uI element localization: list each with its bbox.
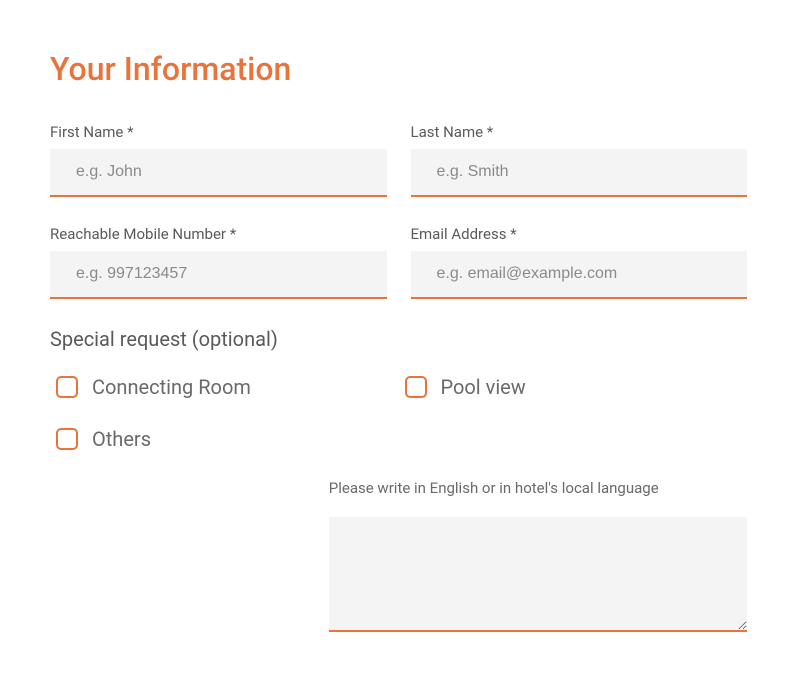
others-option: Others xyxy=(50,427,399,451)
name-row: First Name * Last Name * xyxy=(50,123,747,197)
last-name-input[interactable] xyxy=(411,149,748,197)
page-title: Your Information xyxy=(50,50,747,88)
mobile-input[interactable] xyxy=(50,251,387,299)
mobile-label: Reachable Mobile Number * xyxy=(50,225,387,243)
contact-row: Reachable Mobile Number * Email Address … xyxy=(50,225,747,299)
note-row: Please write in English or in hotel's lo… xyxy=(50,479,747,636)
last-name-field-group: Last Name * xyxy=(411,123,748,197)
special-request-textarea[interactable] xyxy=(329,517,747,632)
special-request-heading: Special request (optional) xyxy=(50,327,747,351)
special-request-options: Connecting Room Pool view Others xyxy=(50,375,747,479)
note-column: Please write in English or in hotel's lo… xyxy=(329,479,747,636)
connecting-room-checkbox[interactable] xyxy=(56,376,78,398)
email-input[interactable] xyxy=(411,251,748,299)
email-field-group: Email Address * xyxy=(411,225,748,299)
note-label: Please write in English or in hotel's lo… xyxy=(329,479,747,497)
first-name-field-group: First Name * xyxy=(50,123,387,197)
others-label: Others xyxy=(92,427,151,451)
note-spacer xyxy=(50,479,329,636)
first-name-input[interactable] xyxy=(50,149,387,197)
connecting-room-option: Connecting Room xyxy=(50,375,399,399)
email-label: Email Address * xyxy=(411,225,748,243)
pool-view-label: Pool view xyxy=(441,375,526,399)
pool-view-option: Pool view xyxy=(399,375,748,399)
first-name-label: First Name * xyxy=(50,123,387,141)
others-checkbox[interactable] xyxy=(56,428,78,450)
mobile-field-group: Reachable Mobile Number * xyxy=(50,225,387,299)
connecting-room-label: Connecting Room xyxy=(92,375,251,399)
pool-view-checkbox[interactable] xyxy=(405,376,427,398)
last-name-label: Last Name * xyxy=(411,123,748,141)
